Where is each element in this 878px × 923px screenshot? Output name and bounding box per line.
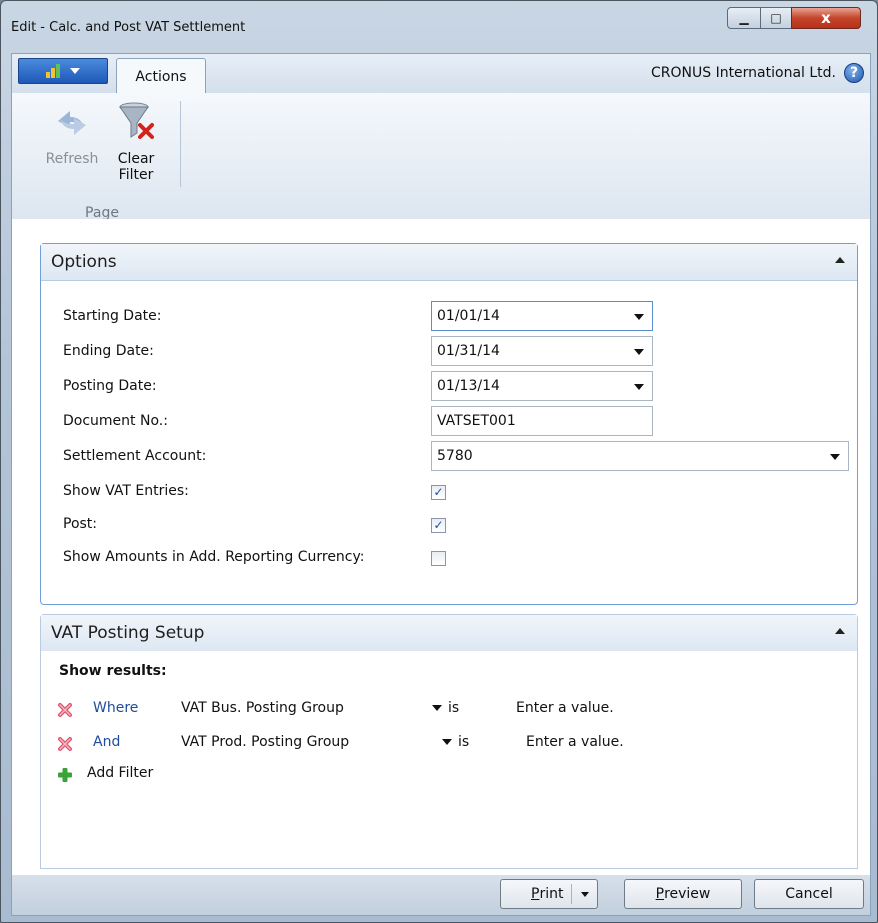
chevron-down-icon[interactable]: [581, 892, 589, 897]
print-access-key: P: [531, 886, 540, 902]
dropdown-arrow-icon[interactable]: [830, 454, 840, 460]
post-checkbox[interactable]: ✓: [431, 518, 446, 533]
preview-label: review: [664, 886, 711, 902]
filter-value[interactable]: Enter a value.: [516, 700, 614, 716]
vat-setup-title: VAT Posting Setup: [51, 623, 205, 643]
remove-filter-icon[interactable]: [57, 702, 73, 718]
filter-operator: is: [458, 734, 470, 750]
ribbon-group-divider: [180, 101, 181, 187]
vat-setup-header[interactable]: VAT Posting Setup: [41, 615, 857, 651]
minimize-icon: ▁: [739, 11, 749, 25]
minimize-button[interactable]: ▁: [727, 7, 761, 29]
show-results-label: Show results:: [59, 663, 167, 679]
vat-posting-setup-fasttab: VAT Posting Setup Show results: Where VA…: [40, 614, 858, 869]
ribbon-tab-bar: Actions CRONUS International Ltd. ?: [11, 53, 871, 95]
page-content: Options Starting Date: 01/01/14 Ending D…: [11, 219, 871, 876]
maximize-button[interactable]: □: [760, 7, 792, 29]
dropdown-arrow-icon[interactable]: [442, 739, 452, 745]
clear-filter-button[interactable]: Clear Filter: [108, 101, 164, 183]
window-title: Edit - Calc. and Post VAT Settlement: [11, 20, 246, 35]
document-no-label: Document No.:: [63, 413, 168, 429]
help-icon[interactable]: ?: [844, 63, 864, 83]
close-icon: x: [821, 9, 831, 27]
chevron-down-icon: [70, 68, 80, 74]
collapse-chevron-icon[interactable]: [835, 628, 845, 634]
print-label: rint: [539, 886, 564, 902]
dropdown-arrow-icon[interactable]: [634, 349, 644, 355]
remove-filter-icon[interactable]: [57, 736, 73, 752]
show-amounts-checkbox[interactable]: [431, 551, 446, 566]
filter-row: Where VAT Bus. Posting Group is Enter a …: [57, 700, 847, 720]
ending-date-field[interactable]: 01/31/14: [431, 336, 653, 366]
clear-filter-icon: [119, 102, 154, 139]
title-bar[interactable]: Edit - Calc. and Post VAT Settlement ▁ □…: [1, 1, 877, 51]
filter-row: And VAT Prod. Posting Group is Enter a v…: [57, 734, 847, 754]
add-filter-label: Add Filter: [87, 765, 154, 781]
options-header[interactable]: Options: [41, 244, 857, 281]
maximize-icon: □: [770, 11, 782, 25]
filter-field-name[interactable]: VAT Prod. Posting Group: [181, 734, 349, 750]
post-label: Post:: [63, 516, 98, 532]
clear-filter-label-2: Filter: [118, 167, 154, 183]
dynamics-logo-icon: [46, 64, 64, 78]
settlement-account-field[interactable]: 5780: [431, 441, 849, 471]
starting-date-field[interactable]: 01/01/14: [431, 301, 653, 331]
application-menu-button[interactable]: [18, 58, 108, 84]
company-name: CRONUS International Ltd.: [650, 65, 836, 81]
print-button[interactable]: Print: [500, 879, 598, 909]
ending-date-value: 01/31/14: [437, 343, 500, 359]
close-button[interactable]: x: [791, 7, 861, 29]
ending-date-label: Ending Date:: [63, 343, 154, 359]
refresh-icon: [58, 111, 86, 135]
dialog-footer: Print Preview Cancel: [11, 875, 871, 916]
preview-button[interactable]: Preview: [624, 879, 742, 909]
ribbon-panel: Refresh Clear Filter Page: [11, 93, 871, 221]
refresh-button[interactable]: Refresh: [40, 101, 104, 167]
posting-date-label: Posting Date:: [63, 378, 157, 394]
dropdown-arrow-icon[interactable]: [634, 384, 644, 390]
document-no-field[interactable]: VATSET001: [431, 406, 653, 436]
add-filter-icon: [58, 768, 72, 782]
options-fasttab: Options Starting Date: 01/01/14 Ending D…: [40, 243, 858, 605]
tab-actions[interactable]: Actions: [116, 58, 206, 95]
options-title: Options: [51, 252, 117, 272]
cancel-button[interactable]: Cancel: [754, 879, 864, 909]
filter-field-name[interactable]: VAT Bus. Posting Group: [181, 700, 344, 716]
starting-date-value: 01/01/14: [437, 308, 500, 324]
clear-filter-label-1: Clear: [117, 151, 155, 167]
split-divider: [571, 884, 572, 904]
show-vat-entries-checkbox[interactable]: ✓: [431, 485, 446, 500]
document-no-value: VATSET001: [437, 413, 516, 429]
dropdown-arrow-icon[interactable]: [634, 314, 644, 320]
dropdown-arrow-icon[interactable]: [432, 705, 442, 711]
settlement-account-label: Settlement Account:: [63, 448, 207, 464]
filter-keyword: And: [93, 734, 121, 750]
starting-date-label: Starting Date:: [63, 308, 162, 324]
filter-operator: is: [448, 700, 460, 716]
preview-access-key: P: [655, 886, 665, 902]
posting-date-value: 01/13/14: [437, 378, 500, 394]
show-amounts-label: Show Amounts in Add. Reporting Currency:: [63, 549, 365, 565]
show-vat-entries-label: Show VAT Entries:: [63, 483, 189, 499]
refresh-label: Refresh: [45, 151, 99, 167]
filter-value[interactable]: Enter a value.: [526, 734, 624, 750]
filter-keyword: Where: [93, 700, 139, 716]
posting-date-field[interactable]: 01/13/14: [431, 371, 653, 401]
collapse-chevron-icon[interactable]: [835, 257, 845, 263]
dialog-window: Edit - Calc. and Post VAT Settlement ▁ □…: [0, 0, 878, 923]
settlement-account-value: 5780: [437, 448, 473, 464]
